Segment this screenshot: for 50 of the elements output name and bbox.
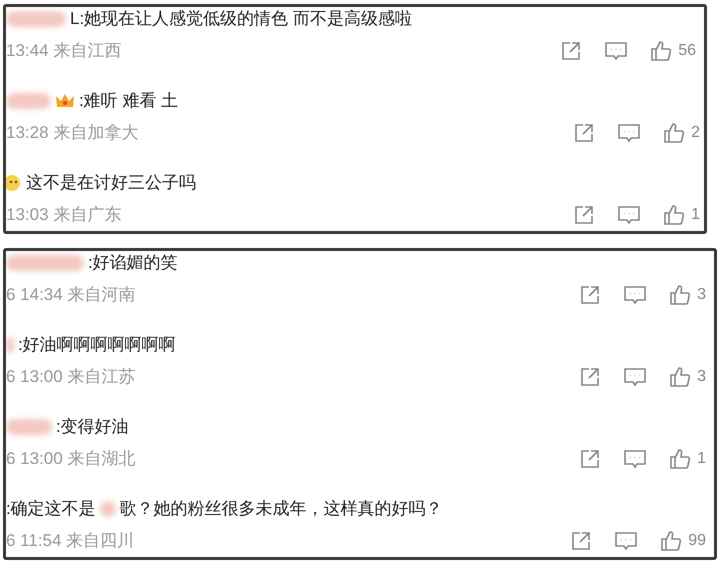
blurred-username bbox=[6, 11, 66, 27]
share-icon[interactable] bbox=[579, 366, 602, 388]
blurred-username bbox=[100, 501, 116, 517]
like-count: 1 bbox=[697, 449, 706, 469]
comment-time: 6 13:00 来自江苏 bbox=[6, 366, 136, 388]
comment-icon[interactable] bbox=[604, 40, 628, 62]
comment-text: :好谄媚的笑 bbox=[88, 252, 178, 274]
thumbs-up-icon[interactable] bbox=[669, 366, 692, 388]
comment-text: 这不是在讨好三公子吗 bbox=[26, 172, 196, 194]
comment-time: 6 11:54 来自四川 bbox=[6, 530, 134, 552]
thumbs-up-icon[interactable] bbox=[669, 448, 692, 470]
comment-text: 歌？她的粉丝很多未成年，这样真的好吗？ bbox=[120, 498, 443, 520]
comment-time: 13:03 来自广东 bbox=[6, 204, 122, 226]
comment-icon[interactable] bbox=[614, 530, 638, 552]
thumbs-up-icon[interactable] bbox=[663, 122, 686, 144]
share-icon[interactable] bbox=[579, 448, 602, 470]
share-icon[interactable] bbox=[573, 122, 596, 144]
blurred-username bbox=[6, 337, 14, 353]
comment-icon[interactable] bbox=[617, 204, 642, 226]
comment-time: 6 14:34 来自河南 bbox=[6, 284, 136, 306]
comment-text: :好油啊啊啊啊啊啊啊 bbox=[18, 334, 176, 356]
like-count: 1 bbox=[691, 205, 700, 225]
comment-time: 6 13:00 来自湖北 bbox=[6, 448, 136, 470]
emoji-icon bbox=[6, 174, 22, 192]
blurred-username bbox=[6, 93, 51, 109]
like-count: 3 bbox=[697, 367, 706, 387]
comment-text: :变得好油 bbox=[56, 416, 129, 438]
blurred-username bbox=[6, 419, 52, 435]
comment-icon[interactable] bbox=[623, 448, 648, 470]
thumbs-up-icon[interactable] bbox=[650, 40, 672, 62]
crown-icon bbox=[55, 92, 75, 110]
share-icon[interactable] bbox=[579, 284, 602, 306]
comment-time: 13:44 来自江西 bbox=[6, 40, 122, 62]
thumbs-up-icon[interactable] bbox=[660, 530, 682, 552]
comment-text: :确定这不是 bbox=[6, 498, 96, 520]
comment-time: 13:28 来自加拿大 bbox=[6, 122, 138, 144]
comment-icon[interactable] bbox=[617, 122, 642, 144]
comment-text: L:她现在让人感觉低级的情色 而不是高级感啦 bbox=[70, 8, 412, 30]
thumbs-up-icon[interactable] bbox=[663, 204, 686, 226]
like-count: 3 bbox=[697, 285, 706, 305]
comment-icon[interactable] bbox=[623, 366, 648, 388]
like-count: 2 bbox=[691, 123, 700, 143]
thumbs-up-icon[interactable] bbox=[669, 284, 692, 306]
comment-text: :难听 难看 土 bbox=[79, 90, 178, 112]
share-icon[interactable] bbox=[560, 40, 582, 62]
share-icon[interactable] bbox=[570, 530, 592, 552]
share-icon[interactable] bbox=[573, 204, 596, 226]
like-count: 99 bbox=[688, 531, 706, 551]
like-count: 56 bbox=[678, 41, 696, 61]
comment-icon[interactable] bbox=[623, 284, 648, 306]
